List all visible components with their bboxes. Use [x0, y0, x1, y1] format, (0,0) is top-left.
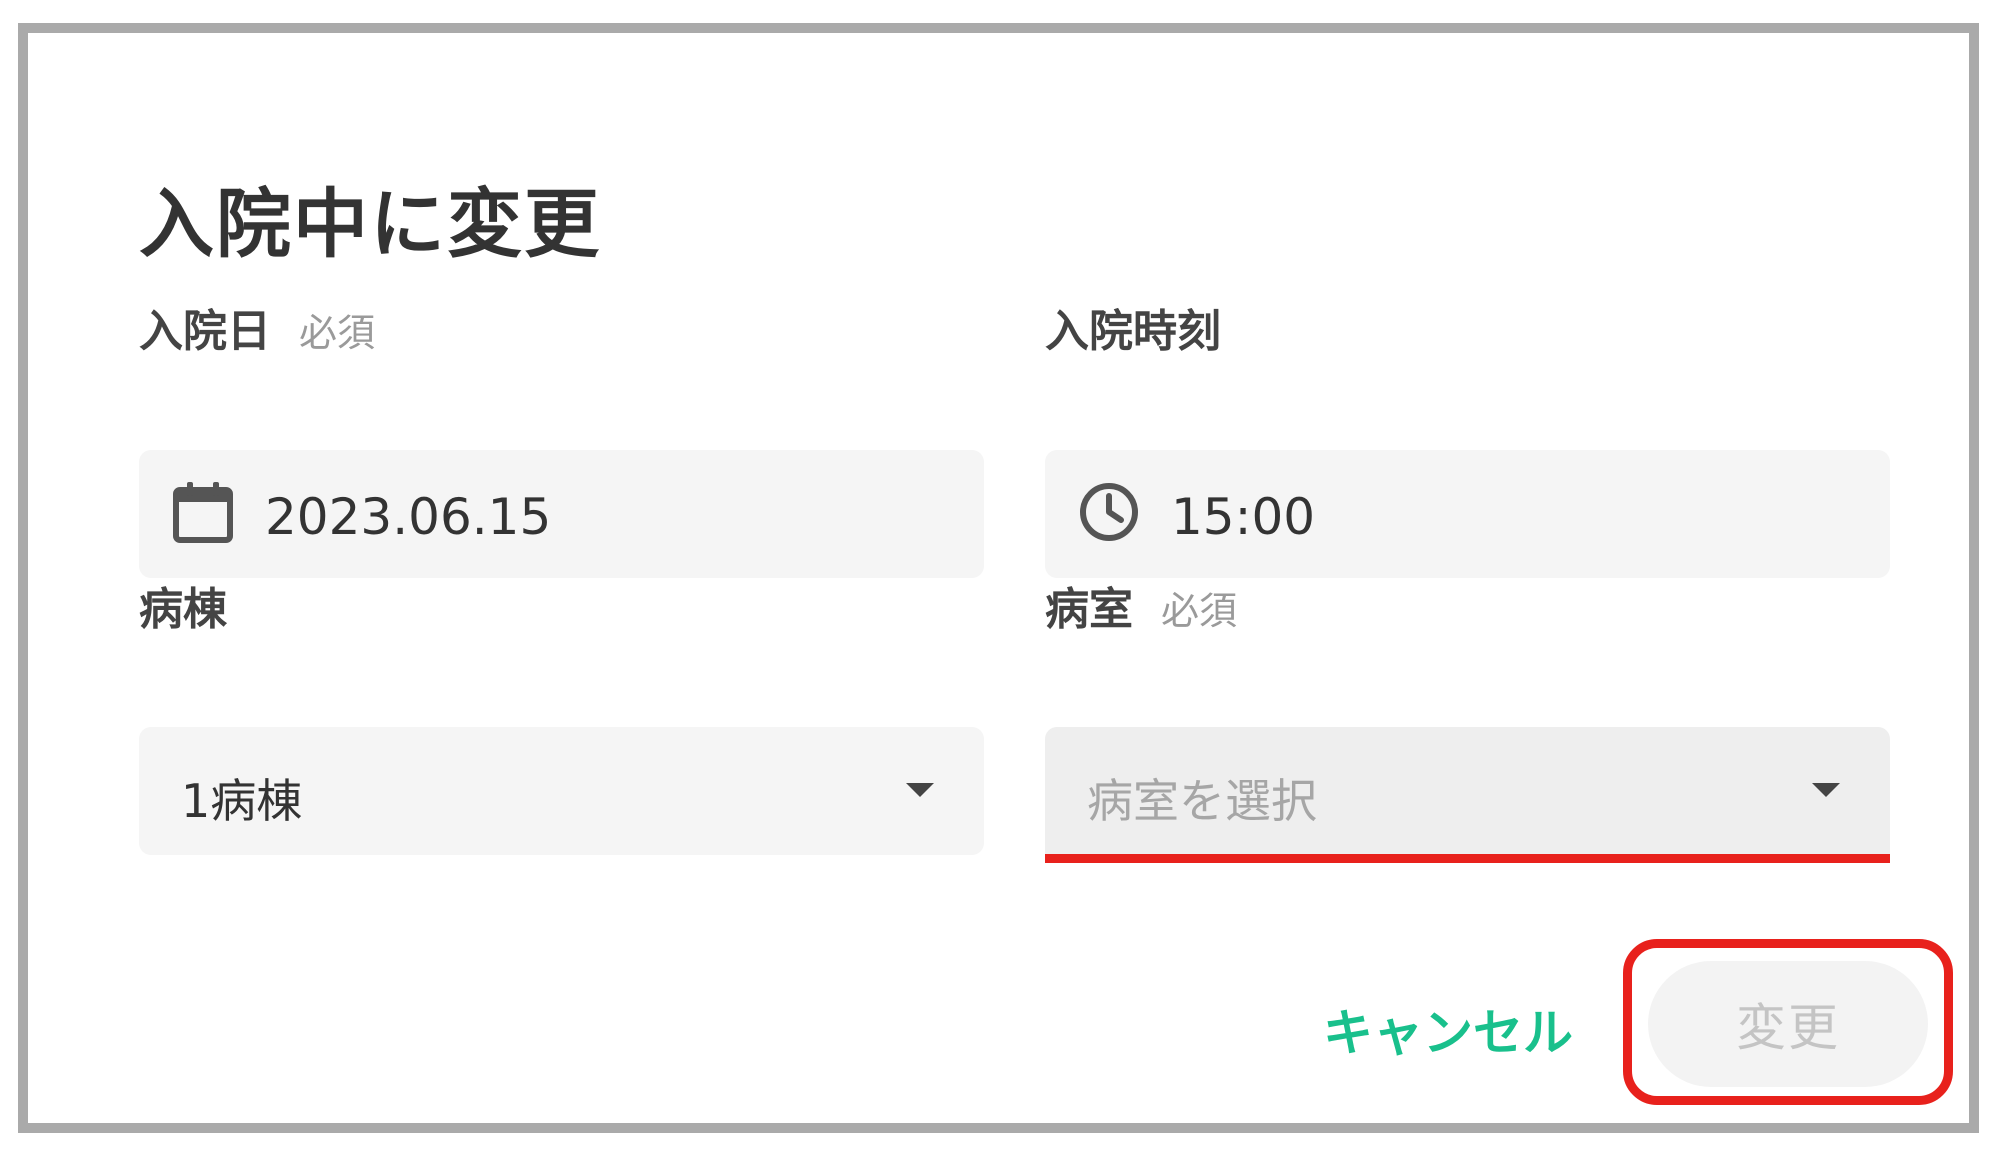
annotation-highlight-box [1623, 939, 1953, 1105]
room-select[interactable]: 病室を選択 [1045, 727, 1890, 863]
ward-label: 病棟 [139, 573, 227, 637]
change-to-admission-dialog: 入院中に変更 入院日 必須 2023.06.15 入院時刻 15:00 病棟 1… [28, 33, 1969, 1123]
admission-date-value: 2023.06.15 [265, 488, 552, 546]
screenshot-frame: 入院中に変更 入院日 必須 2023.06.15 入院時刻 15:00 病棟 1… [18, 23, 1979, 1133]
clock-icon [1080, 483, 1138, 541]
ward-select-value: 1病棟 [181, 774, 303, 828]
required-badge: 必須 [1161, 589, 1238, 633]
admission-time-label-text: 入院時刻 [1045, 306, 1221, 357]
admission-date-label: 入院日 必須 [139, 295, 375, 359]
room-label: 病室 必須 [1045, 573, 1237, 637]
required-badge: 必須 [299, 311, 376, 355]
ward-select[interactable]: 1病棟 [139, 727, 984, 855]
caret-down-icon [906, 783, 934, 797]
cancel-button[interactable]: キャンセル [1323, 993, 1573, 1065]
calendar-icon [173, 482, 233, 543]
admission-time-label: 入院時刻 [1045, 295, 1221, 359]
admission-date-field[interactable]: 2023.06.15 [139, 450, 984, 578]
room-select-placeholder: 病室を選択 [1087, 774, 1317, 828]
dialog-title: 入院中に変更 [139, 180, 602, 268]
admission-time-field[interactable]: 15:00 [1045, 450, 1890, 578]
caret-down-icon [1812, 783, 1840, 797]
room-label-text: 病室 [1045, 584, 1133, 635]
admission-time-value: 15:00 [1171, 488, 1316, 546]
ward-label-text: 病棟 [139, 584, 227, 635]
admission-date-label-text: 入院日 [139, 306, 271, 357]
